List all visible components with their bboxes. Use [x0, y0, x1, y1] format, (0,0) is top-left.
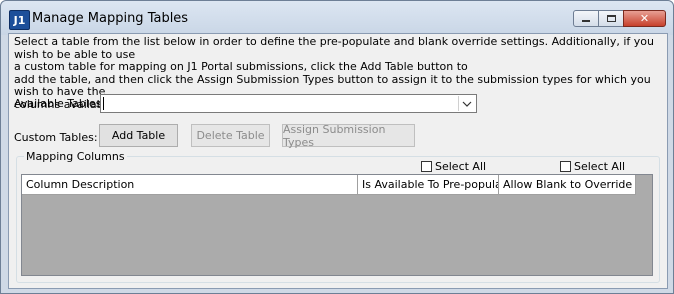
checkbox-box — [560, 161, 571, 172]
column-header-description[interactable]: Column Description — [22, 175, 358, 195]
title-bar[interactable]: J1 Manage Mapping Tables ✕ — [1, 1, 673, 35]
instructions-line: Select a table from the list below in or… — [14, 35, 654, 61]
checkbox-box — [421, 161, 432, 172]
available-tables-select[interactable] — [100, 94, 477, 113]
select-all-allow-blank-checkbox[interactable]: Select All — [560, 160, 625, 173]
custom-tables-label: Custom Tables: — [14, 131, 98, 144]
select-all-label: Select All — [574, 160, 626, 173]
text-caret — [103, 97, 104, 110]
minimize-button[interactable] — [573, 10, 599, 27]
column-header-allow-blank[interactable]: Allow Blank to Override DB — [499, 175, 636, 195]
dropdown-button[interactable] — [458, 96, 475, 111]
instructions-line: a custom table for mapping on J1 Portal … — [14, 60, 468, 74]
delete-table-button[interactable]: Delete Table — [191, 124, 270, 147]
minimize-icon — [582, 20, 590, 22]
dialog-window: J1 Manage Mapping Tables ✕ Select a tabl… — [0, 0, 674, 294]
assign-submission-types-button[interactable]: Assign Submission Types — [282, 123, 415, 149]
mapping-columns-grid[interactable]: Column Description Is Available To Pre-p… — [21, 174, 653, 276]
column-header-prepopulate[interactable]: Is Available To Pre-populate — [358, 175, 499, 195]
app-logo-icon: J1 — [9, 10, 30, 30]
select-all-prepopulate-checkbox[interactable]: Select All — [421, 160, 486, 173]
dialog-body: Select a table from the list below in or… — [8, 33, 668, 289]
select-all-label: Select All — [435, 160, 487, 173]
maximize-icon — [606, 15, 616, 22]
caption-buttons: ✕ — [573, 10, 666, 27]
maximize-button[interactable] — [598, 10, 624, 27]
window-title: Manage Mapping Tables — [32, 11, 189, 26]
available-tables-label: Available Tables: — [14, 97, 106, 110]
close-icon: ✕ — [639, 12, 650, 25]
mapping-columns-legend: Mapping Columns — [24, 150, 127, 163]
close-button[interactable]: ✕ — [623, 10, 666, 27]
chevron-down-icon — [462, 101, 472, 107]
add-table-button[interactable]: Add Table — [99, 124, 178, 147]
grid-header: Column Description Is Available To Pre-p… — [22, 175, 636, 195]
